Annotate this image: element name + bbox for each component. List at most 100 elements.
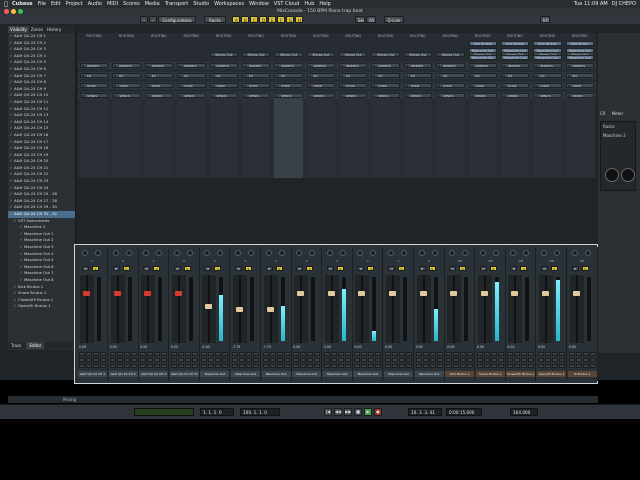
channel-toggle-button[interactable]	[406, 364, 412, 368]
channel-toggle-button[interactable]	[239, 364, 245, 368]
rack-eq-button[interactable]: EQ	[533, 73, 562, 78]
channel-toggle-button[interactable]	[283, 358, 290, 362]
channel-toggle-button[interactable]	[385, 352, 391, 356]
channel-toggle-button[interactable]	[392, 352, 398, 356]
channel-toggle-button[interactable]	[276, 352, 283, 356]
channel-toggle-button[interactable]	[109, 364, 116, 368]
visibility-item[interactable]: ✓ A&H QU-24 CH 5	[8, 59, 75, 66]
fader-value[interactable]: -0.00	[446, 345, 473, 350]
channel-name[interactable]: Maschine Out	[292, 371, 322, 377]
channel-toggle-button[interactable]	[191, 352, 198, 356]
mute-button[interactable]: M	[479, 266, 487, 271]
visibility-item[interactable]: ✓ A&H QU-24 CH 20	[8, 158, 75, 165]
fader-handle[interactable]	[542, 291, 549, 296]
tempo-display[interactable]: 164.000	[510, 408, 538, 416]
menu-help[interactable]: Help	[319, 1, 330, 7]
mute-button[interactable]: M	[510, 266, 518, 271]
kick-send-slot[interactable]: Maschine Out	[565, 48, 594, 53]
menu-hub[interactable]: Hub	[304, 1, 314, 7]
fader-handle[interactable]	[450, 291, 458, 296]
channel-toggle-button[interactable]	[314, 352, 321, 356]
fader-handle[interactable]	[389, 291, 396, 296]
channel-toggle-button[interactable]	[514, 364, 521, 368]
channel-toggle-button[interactable]	[232, 358, 238, 362]
channel-toggle-button[interactable]	[208, 364, 215, 368]
pan-knob[interactable]	[388, 250, 394, 256]
fader-value[interactable]: 0.00	[140, 345, 167, 350]
gain-knob[interactable]	[584, 250, 591, 256]
channel-toggle-button[interactable]	[429, 352, 436, 356]
fader-handle[interactable]	[205, 303, 213, 309]
rack-strip-button[interactable]: STRIP	[468, 83, 497, 88]
mute-button[interactable]: M	[296, 266, 304, 271]
channel-toggle-button[interactable]	[100, 364, 106, 368]
fader-value[interactable]: 0.00	[416, 345, 443, 350]
visibility-item[interactable]: ✓ Maschine Out 8	[8, 277, 75, 284]
channel-toggle-button[interactable]	[429, 358, 436, 362]
channel-toggle-button[interactable]	[276, 364, 283, 368]
fader-handle[interactable]	[83, 291, 90, 296]
channel-toggle-button[interactable]	[215, 352, 222, 356]
channel-name[interactable]: Maschine Out	[261, 371, 291, 377]
fader-handle[interactable]	[358, 291, 366, 296]
mute-button[interactable]: M	[112, 266, 120, 271]
pan-knob[interactable]	[418, 250, 425, 256]
channel-toggle-button[interactable]	[528, 358, 535, 362]
channel-toggle-button[interactable]	[476, 352, 483, 356]
visibility-item[interactable]: ✓ A&H QU-24 CH 19	[8, 152, 75, 159]
visibility-item[interactable]: ✓ A&H QU-24 CH 16	[8, 132, 75, 139]
tab-visibility[interactable]: Visibility	[8, 26, 29, 33]
rack-strip-button[interactable]: STRIP	[565, 83, 594, 88]
channel-toggle-button[interactable]	[521, 358, 528, 362]
pan-knob[interactable]	[510, 250, 517, 256]
rack-strip-button[interactable]: STRIP	[241, 83, 271, 88]
channel-toggle-button[interactable]	[568, 358, 575, 362]
channel-toggle-button[interactable]	[507, 352, 514, 356]
gain-knob[interactable]	[401, 250, 407, 256]
fader-handle[interactable]	[419, 291, 427, 296]
solo-button[interactable]: S	[245, 266, 252, 271]
channel-toggle-button[interactable]	[538, 364, 544, 368]
channel-toggle-button[interactable]	[109, 352, 116, 356]
fader-value[interactable]: 0.00	[354, 345, 381, 350]
gain-knob[interactable]	[462, 250, 469, 256]
channel-toggle-button[interactable]	[392, 364, 398, 368]
channel-toggle-button[interactable]	[460, 358, 467, 362]
channel-toggle-button[interactable]	[330, 358, 337, 362]
rack-strip-button[interactable]: STRIP	[533, 83, 562, 88]
channel-toggle-button[interactable]	[300, 364, 307, 368]
visibility-toggle-g[interactable]: G	[286, 16, 294, 23]
channel-toggle-button[interactable]	[86, 364, 92, 368]
channel-toggle-button[interactable]	[368, 352, 375, 356]
solo-button[interactable]: S	[183, 266, 191, 271]
rack-strip-button[interactable]: STRIP	[339, 83, 368, 88]
channel-toggle-button[interactable]	[559, 364, 565, 368]
channel-toggle-button[interactable]	[361, 364, 368, 368]
channel-toggle-button[interactable]	[490, 358, 497, 362]
fader-value[interactable]: 0.00	[293, 345, 320, 350]
pan-knob[interactable]	[541, 250, 547, 256]
rack-eq-button[interactable]: EQ	[371, 73, 400, 78]
channel-toggle-button[interactable]	[239, 352, 245, 356]
volume-knob[interactable]	[605, 168, 619, 182]
channel-toggle-button[interactable]	[375, 358, 382, 362]
channel-toggle-button[interactable]	[191, 364, 198, 368]
mute-button[interactable]: M	[418, 266, 426, 271]
visibility-item[interactable]: ✓ A&H QU-24 CH 24	[8, 185, 75, 192]
rack-inserts-button[interactable]: INSERTS	[112, 63, 141, 68]
channel-toggle-button[interactable]	[201, 364, 208, 368]
gain-knob[interactable]	[431, 250, 438, 256]
rack-strip-button[interactable]: STRIP	[144, 83, 174, 88]
channel-toggle-button[interactable]	[337, 352, 344, 356]
visibility-item[interactable]: ✓ Kick Brutus 1	[8, 284, 75, 291]
channel-toggle-button[interactable]	[483, 364, 490, 368]
channel-toggle-button[interactable]	[436, 364, 443, 368]
visibility-item[interactable]: ✓ A&H QU-24 CH 27 - 28	[8, 198, 75, 205]
gain-knob[interactable]	[248, 250, 254, 256]
pan-knob[interactable]	[204, 250, 211, 256]
visibility-item[interactable]: ✓ A&H QU-24 CH 17	[8, 139, 75, 146]
channel-toggle-button[interactable]	[436, 352, 443, 356]
kick-send-slot[interactable]: Kick Brutus	[500, 41, 530, 46]
visibility-item[interactable]: ✓ Maschine Out 2	[8, 237, 75, 244]
rack-inserts-button[interactable]: INSERTS	[274, 63, 303, 68]
